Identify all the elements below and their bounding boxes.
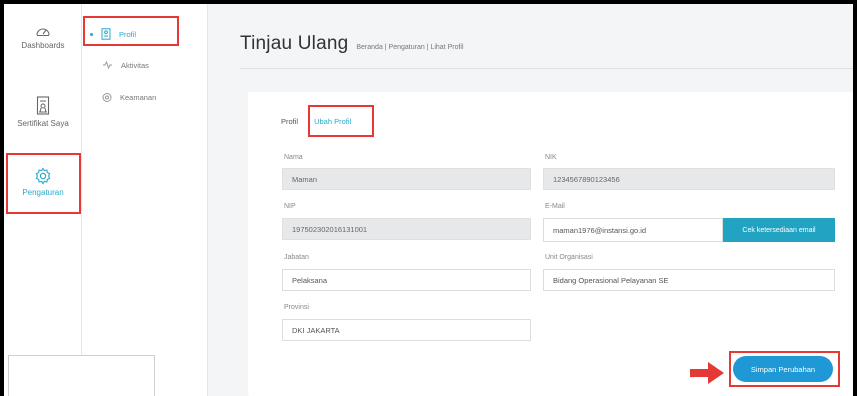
label-provinsi: Provinsi — [284, 304, 309, 311]
settings-submenu: Profil Aktivitas Keamanan — [82, 4, 208, 396]
breadcrumb[interactable]: Beranda | Pengaturan | Lihat Profil — [356, 44, 463, 51]
app-window: Dashboards Sertifikat Saya Pengaturan Pr… — [4, 4, 853, 396]
nip-field[interactable]: 197502302016131001 — [282, 218, 531, 240]
label-nip: NIP — [284, 203, 296, 210]
rail-item-sertifikat[interactable]: Sertifikat Saya — [4, 96, 82, 128]
nik-field[interactable]: 1234567890123456 — [543, 168, 835, 190]
header-divider — [240, 68, 853, 69]
check-email-button[interactable]: Cek ketersediaan email — [723, 218, 835, 242]
submenu-label-keamanan: Keamanan — [120, 93, 157, 102]
shield-icon — [102, 93, 112, 102]
submenu-label-aktivitas: Aktivitas — [121, 60, 149, 70]
rail-label-sertifikat: Sertifikat Saya — [17, 119, 69, 128]
submenu-item-aktivitas[interactable]: Aktivitas — [102, 60, 149, 70]
nama-field[interactable]: Maman — [282, 168, 531, 190]
tab-profil[interactable]: Profil — [281, 117, 298, 126]
provinsi-field[interactable]: DKI JAKARTA — [282, 319, 531, 341]
highlight-box-profil — [83, 16, 179, 46]
label-nik: NIK — [545, 154, 557, 161]
pointer-arrow-icon — [690, 362, 724, 384]
save-changes-button[interactable]: Simpan Perubahan — [733, 356, 833, 382]
page-title: Tinjau Ulang — [240, 33, 349, 54]
page-header: Tinjau Ulang Beranda | Pengaturan | Liha… — [240, 33, 464, 55]
rail-label-dashboards: Dashboards — [21, 41, 65, 50]
label-unit-organisasi: Unit Organisasi — [545, 254, 593, 261]
email-field[interactable]: maman1976@instansi.go.id — [543, 218, 723, 242]
highlight-box-pengaturan — [6, 153, 81, 214]
submenu-item-keamanan[interactable]: Keamanan — [102, 92, 156, 103]
jabatan-field[interactable]: Pelaksana — [282, 269, 531, 291]
bottom-panel — [8, 355, 155, 396]
label-jabatan: Jabatan — [284, 254, 309, 261]
unit-organisasi-field[interactable]: Bidang Operasional Pelayanan SE — [543, 269, 835, 291]
activity-icon — [103, 60, 112, 70]
gauge-icon — [36, 28, 50, 36]
label-email: E-Mail — [545, 203, 565, 210]
label-nama: Nama — [284, 154, 303, 161]
highlight-box-ubah-profil — [308, 105, 374, 137]
rail-item-dashboards[interactable]: Dashboards — [4, 24, 82, 50]
certificate-icon — [36, 96, 50, 115]
